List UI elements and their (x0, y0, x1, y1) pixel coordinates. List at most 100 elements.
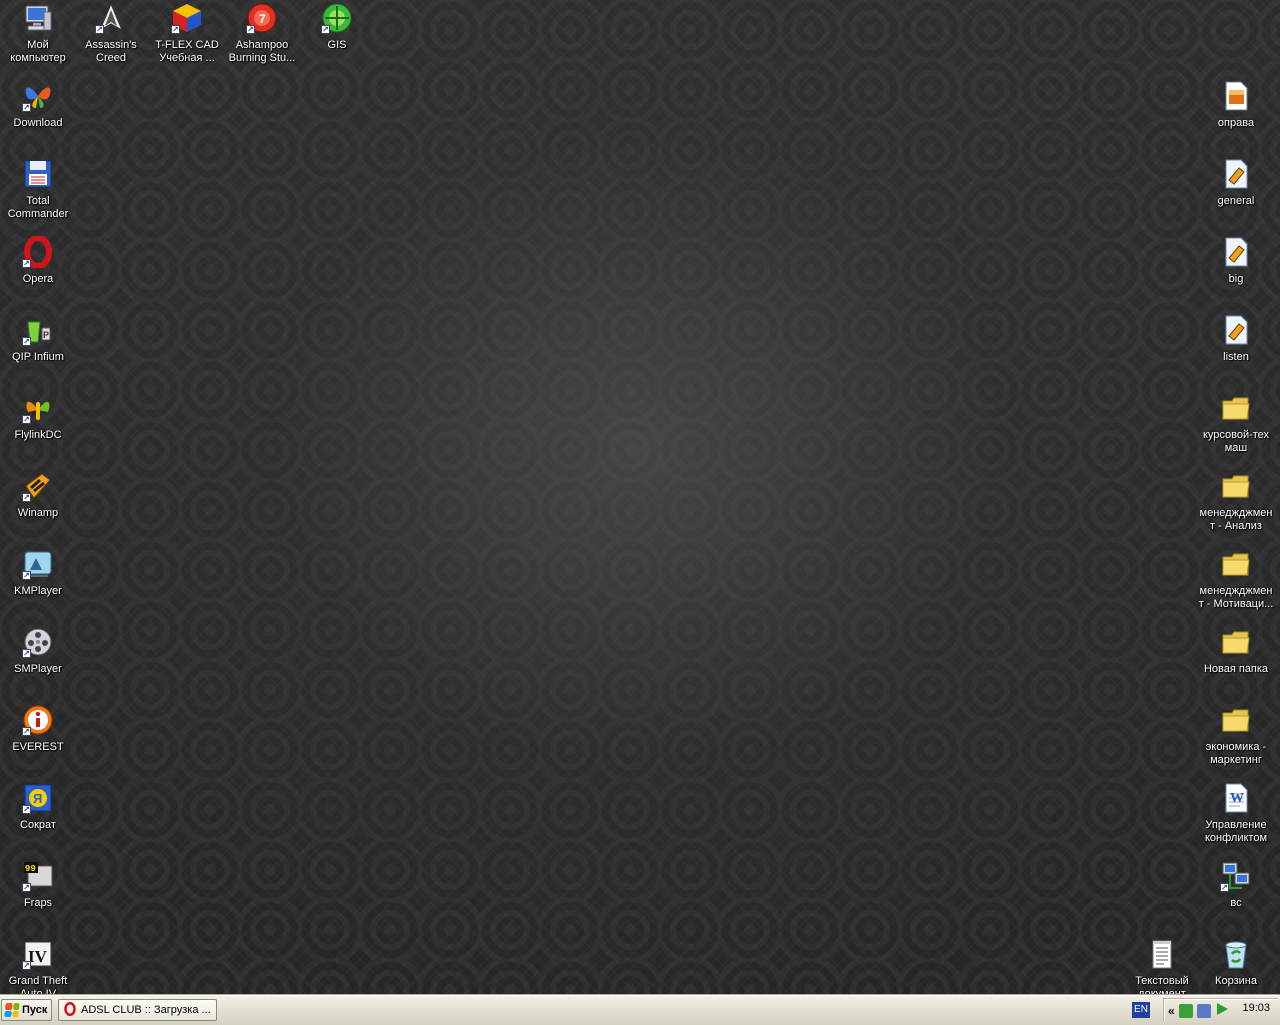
svg-text:W: W (1230, 791, 1244, 806)
desktop-icon-listen[interactable]: listen (1198, 312, 1274, 382)
shortcut-arrow-icon: ↗ (22, 727, 31, 736)
taskbar-window-title: ADSL CLUB :: Загрузка ... (81, 1004, 211, 1016)
desktop-icon-label: QIP Infium (12, 351, 64, 363)
desktop-icon-label: KMPlayer (14, 585, 62, 597)
desktop-icon-economics[interactable]: экономика - маркетинг (1198, 702, 1274, 772)
shortcut-arrow-icon: ↗ (22, 961, 31, 970)
desktop-icon-winamp[interactable]: ↗ Winamp (0, 468, 76, 538)
shortcut-arrow-icon: ↗ (22, 493, 31, 502)
desktop-icon-label: FlylinkDC (14, 429, 62, 441)
shortcut-arrow-icon: ↗ (321, 25, 330, 34)
svg-text:P: P (43, 330, 49, 340)
ashampoo-burning-icon: 7 ↗ (246, 2, 278, 34)
desktop-icon-gis[interactable]: ↗ GIS (299, 0, 375, 70)
shortcut-arrow-icon: ↗ (95, 25, 104, 34)
everest-info-icon: ↗ (22, 704, 54, 736)
fraps-icon: 99 ↗ (22, 860, 54, 892)
svg-text:7: 7 (259, 12, 266, 26)
desktop-icon-label: курсовой-тех маш (1202, 429, 1270, 454)
kmplayer-icon: ↗ (22, 548, 54, 580)
desktop-icon-total-commander[interactable]: Total Commander (0, 156, 76, 226)
sokrat-icon: Я ↗ (22, 782, 54, 814)
desktop-icon-management-analysis[interactable]: менеджджмент - Анализ ри... (1198, 468, 1274, 538)
shortcut-arrow-icon: ↗ (22, 805, 31, 814)
desktop-icon-label: Total Commander (7, 195, 69, 220)
qip-icon: P ↗ (22, 314, 54, 346)
shortcut-arrow-icon: ↗ (171, 25, 180, 34)
desktop-icon-flylinkdc[interactable]: ↗ FlylinkDC (0, 390, 76, 460)
desktop-icon-opera[interactable]: ↗ Opera (0, 234, 76, 304)
shortcut-arrow-icon: ↗ (22, 883, 31, 892)
desktop-icon-new-folder[interactable]: Новая папка (1198, 624, 1274, 694)
desktop-icon-management-motivation[interactable]: менеджджмент - Мотиваци... (1198, 546, 1274, 616)
floppy-disk-icon (22, 158, 54, 190)
network-connection-icon: ↗ (1220, 860, 1252, 892)
shortcut-arrow-icon: ↗ (22, 259, 31, 268)
desktop-icon-label: Download (13, 117, 63, 129)
folder-icon (1220, 704, 1252, 736)
taskbar: Пуск ADSL CLUB :: Загрузка ... EN « 19:0… (0, 995, 1280, 1025)
desktop-icon-label: listen (1223, 351, 1249, 363)
desktop-icon-tflex[interactable]: ↗ T-FLEX CAD Учебная ... (149, 0, 225, 70)
desktop-icon-label: оправа (1217, 117, 1255, 129)
desktop-icon-label: экономика - маркетинг (1205, 741, 1267, 766)
tray-expand-button[interactable]: « (1168, 1004, 1175, 1018)
desktop-icon-label: big (1228, 273, 1244, 285)
media-play-tray-icon[interactable] (1215, 1002, 1229, 1019)
desktop-icon-oprava[interactable]: оправа (1198, 78, 1274, 148)
desktop-icon-conflict[interactable]: W Управление конфликтом (1198, 780, 1274, 850)
folder-icon (1220, 548, 1252, 580)
desktop-icon-assassins-creed[interactable]: ↗ Assassin's Creed (73, 0, 149, 70)
text-document-icon (1146, 938, 1178, 970)
desktop-icon-ashampoo[interactable]: 7 ↗ Ashampoo Burning Stu... (224, 0, 300, 70)
desktop-icon-gta4[interactable]: IV ↗ Grand Theft Auto IV (0, 936, 76, 995)
desktop-icon-label: GIS (327, 39, 347, 51)
svg-text:Я: Я (33, 791, 42, 806)
desktop-icon-label: Текстовый документ (1135, 975, 1189, 995)
desktop-icon-label: вс (1230, 897, 1242, 909)
desktop-icon-recycle-bin[interactable]: Корзина (1198, 936, 1274, 995)
desktop-icon-kmplayer[interactable]: ↗ KMPlayer (0, 546, 76, 616)
shortcut-arrow-icon: ↗ (22, 649, 31, 658)
desktop-icon-my-computer[interactable]: Мой компьютер (0, 0, 76, 70)
network-tray-icon[interactable] (1178, 1003, 1193, 1018)
desktop-icon-qip[interactable]: P ↗ QIP Infium (0, 312, 76, 382)
clock[interactable]: 19:03 (1242, 1002, 1270, 1014)
desktop-icon-download[interactable]: ↗ Download (0, 78, 76, 148)
desktop-icon-label: Мой компьютер (10, 39, 66, 64)
audio-file-icon (1220, 314, 1252, 346)
desktop-icon-label: менеджджмент - Мотиваци... (1198, 585, 1274, 610)
start-button-label: Пуск (22, 1004, 48, 1016)
audio-file-icon (1220, 236, 1252, 268)
desktop-icon-everest[interactable]: ↗ EVEREST (0, 702, 76, 772)
folder-icon (1220, 626, 1252, 658)
desktop-icon-label: Новая папка (1203, 663, 1269, 675)
desktop-icon-label: general (1217, 195, 1255, 207)
desktop-icon-label: EVEREST (12, 741, 64, 753)
desktop-icon-big[interactable]: big (1198, 234, 1274, 304)
desktop-icon-label: Управление конфликтом (1204, 819, 1268, 844)
desktop-icon-smplayer[interactable]: ↗ SMPlayer (0, 624, 76, 694)
desktop-icon-general[interactable]: general (1198, 156, 1274, 226)
word-document-icon: W (1220, 782, 1252, 814)
desktop-icon-label: SMPlayer (14, 663, 62, 675)
desktop-icon-sokrat[interactable]: Я ↗ Сократ (0, 780, 76, 850)
folder-icon (1220, 470, 1252, 502)
svg-text:99: 99 (25, 864, 36, 874)
desktop-icon-text-doc[interactable]: Текстовый документ (1124, 936, 1200, 995)
shortcut-arrow-icon: ↗ (246, 25, 255, 34)
desktop-icon-label: Opera (22, 273, 54, 285)
desktop-icon-fraps[interactable]: 99 ↗ Fraps (0, 858, 76, 928)
shortcut-arrow-icon: ↗ (22, 415, 31, 424)
desktop-icon-vs[interactable]: ↗ вс (1198, 858, 1274, 928)
gta4-icon: IV ↗ (22, 938, 54, 970)
desktop-icon-kursovoy[interactable]: курсовой-тех маш (1198, 390, 1274, 460)
start-button[interactable]: Пуск (1, 999, 52, 1021)
language-indicator[interactable]: EN (1132, 1002, 1150, 1018)
shortcut-arrow-icon: ↗ (1220, 883, 1229, 892)
desktop-icon-label: Сократ (20, 819, 56, 831)
desktop[interactable]: Мой компьютер ↗ Assassin's Creed ↗ T-FLE… (0, 0, 1280, 995)
connection-tray-icon[interactable] (1196, 1003, 1211, 1018)
desktop-icon-label: Assassin's Creed (85, 39, 137, 64)
taskbar-window-button[interactable]: ADSL CLUB :: Загрузка ... (58, 999, 217, 1021)
